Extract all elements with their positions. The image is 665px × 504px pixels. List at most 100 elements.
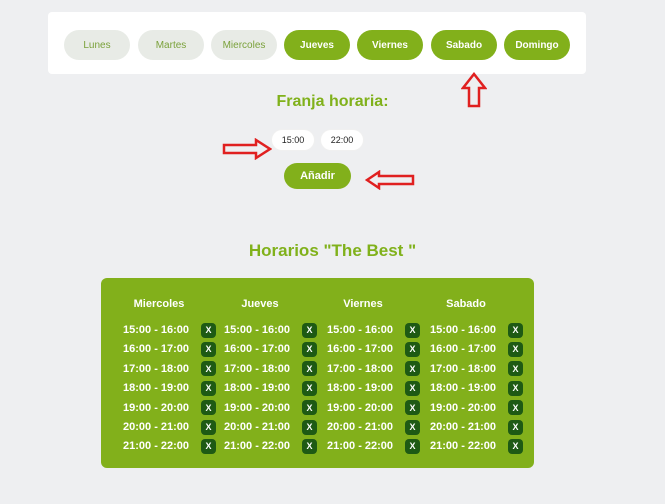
remove-slot-button[interactable]: X — [201, 380, 216, 396]
end-time-input[interactable]: 22:00 — [321, 130, 363, 150]
schedule-slot: 21:00 - 22:00 X — [123, 437, 216, 455]
schedule-slot: 15:00 - 16:00 X — [327, 321, 420, 339]
remove-slot-button[interactable]: X — [405, 438, 420, 454]
schedule-slot: 20:00 - 21:00 X — [224, 418, 317, 436]
schedule-slot: 17:00 - 18:00 X — [224, 360, 317, 378]
day-button-sabado[interactable]: Sabado — [431, 30, 497, 60]
day-selector-card: Lunes Martes Miercoles Jueves Viernes Sa… — [48, 12, 586, 74]
remove-slot-button[interactable]: X — [201, 341, 216, 357]
remove-slot-button[interactable]: X — [508, 341, 523, 357]
slot-time-text: 18:00 - 19:00 — [123, 382, 190, 395]
schedule-slot: 15:00 - 16:00 X — [224, 321, 317, 339]
schedule-slot: 17:00 - 18:00 X — [327, 360, 420, 378]
schedule-slot: 17:00 - 18:00 X — [430, 360, 523, 378]
remove-slot-button[interactable]: X — [405, 400, 420, 416]
schedule-slot: 21:00 - 22:00 X — [430, 437, 523, 455]
remove-slot-button[interactable]: X — [302, 438, 317, 454]
annotation-arrow-right-icon — [222, 138, 272, 160]
remove-slot-button[interactable]: X — [508, 380, 523, 396]
time-range-title: Franja horaria: — [276, 93, 389, 110]
slot-time-text: 18:00 - 19:00 — [327, 382, 394, 395]
slot-time-text: 16:00 - 17:00 — [327, 343, 394, 356]
slot-time-text: 19:00 - 20:00 — [430, 401, 497, 414]
remove-slot-button[interactable]: X — [201, 400, 216, 416]
schedule-slot: 18:00 - 19:00 X — [327, 379, 420, 397]
slot-time-text: 17:00 - 18:00 — [224, 362, 291, 375]
day-button-jueves[interactable]: Jueves — [284, 30, 350, 60]
slot-time-text: 15:00 - 16:00 — [430, 324, 497, 336]
remove-slot-button[interactable]: X — [201, 438, 216, 454]
slot-time-text: 20:00 - 21:00 — [224, 421, 291, 433]
slot-time-text: 16:00 - 17:00 — [224, 343, 291, 356]
schedule-slot: 16:00 - 17:00 X — [224, 340, 317, 358]
schedule-column-header: Jueves — [241, 298, 279, 310]
slot-time-text: 21:00 - 22:00 — [430, 440, 497, 453]
day-button-domingo[interactable]: Domingo — [504, 30, 570, 60]
slot-time-text: 17:00 - 18:00 — [327, 362, 394, 375]
slot-time-text: 15:00 - 16:00 — [224, 324, 291, 336]
schedule-slot: 17:00 - 18:00 X — [123, 360, 216, 378]
slot-time-text: 21:00 - 22:00 — [224, 440, 291, 453]
add-button[interactable]: Añadir — [284, 163, 351, 189]
schedule-title: Horarios "The Best " — [248, 241, 417, 260]
remove-slot-button[interactable]: X — [405, 322, 420, 338]
day-button-martes[interactable]: Martes — [138, 30, 204, 60]
slot-time-text: 21:00 - 22:00 — [123, 440, 190, 453]
remove-slot-button[interactable]: X — [302, 361, 317, 377]
schedule-slot: 15:00 - 16:00 X — [430, 321, 523, 339]
remove-slot-button[interactable]: X — [508, 400, 523, 416]
remove-slot-button[interactable]: X — [405, 341, 420, 357]
start-time-input[interactable]: 15:00 — [272, 130, 314, 150]
remove-slot-button[interactable]: X — [302, 322, 317, 338]
remove-slot-button[interactable]: X — [302, 341, 317, 357]
slot-time-text: 19:00 - 20:00 — [327, 401, 394, 414]
day-button-lunes[interactable]: Lunes — [64, 30, 130, 60]
remove-slot-button[interactable]: X — [508, 438, 523, 454]
slot-time-text: 20:00 - 21:00 — [430, 421, 497, 433]
schedule-slot: 18:00 - 19:00 X — [224, 379, 317, 397]
slot-time-text: 15:00 - 16:00 — [123, 324, 190, 336]
remove-slot-button[interactable]: X — [405, 419, 420, 435]
slot-time-text: 15:00 - 16:00 — [327, 324, 394, 336]
schedule-column-header: Sabado — [446, 298, 486, 310]
remove-slot-button[interactable]: X — [302, 380, 317, 396]
schedule-slot: 16:00 - 17:00 X — [123, 340, 216, 358]
annotation-arrow-left-icon — [365, 170, 415, 190]
schedule-column-header: Miercoles — [133, 298, 185, 310]
slot-time-text: 16:00 - 17:00 — [123, 343, 190, 356]
remove-slot-button[interactable]: X — [201, 419, 216, 435]
remove-slot-button[interactable]: X — [201, 322, 216, 338]
remove-slot-button[interactable]: X — [508, 419, 523, 435]
remove-slot-button[interactable]: X — [302, 400, 317, 416]
schedule-slot: 20:00 - 21:00 X — [123, 418, 216, 436]
schedule-slot: 15:00 - 16:00 X — [123, 321, 216, 339]
day-button-miercoles[interactable]: Miercoles — [211, 30, 277, 60]
schedule-slot: 19:00 - 20:00 X — [224, 399, 317, 417]
schedule-column-header: Viernes — [343, 298, 383, 310]
schedule-slot: 20:00 - 21:00 X — [430, 418, 523, 436]
remove-slot-button[interactable]: X — [405, 361, 420, 377]
schedule-slot: 21:00 - 22:00 X — [224, 437, 317, 455]
remove-slot-button[interactable]: X — [508, 322, 523, 338]
slot-time-text: 20:00 - 21:00 — [327, 421, 394, 433]
day-button-viernes[interactable]: Viernes — [357, 30, 423, 60]
slot-time-text: 19:00 - 20:00 — [123, 401, 190, 414]
slot-time-text: 17:00 - 18:00 — [430, 362, 497, 375]
slot-time-text: 18:00 - 19:00 — [224, 382, 291, 395]
slot-time-text: 19:00 - 20:00 — [224, 401, 291, 414]
schedule-slot: 19:00 - 20:00 X — [430, 399, 523, 417]
remove-slot-button[interactable]: X — [508, 361, 523, 377]
slot-time-text: 17:00 - 18:00 — [123, 362, 190, 375]
remove-slot-button[interactable]: X — [201, 361, 216, 377]
schedule-slot: 19:00 - 20:00 X — [327, 399, 420, 417]
slot-time-text: 21:00 - 22:00 — [327, 440, 394, 453]
schedule-slot: 16:00 - 17:00 X — [430, 340, 523, 358]
schedule-slot: 20:00 - 21:00 X — [327, 418, 420, 436]
schedule-slot: 18:00 - 19:00 X — [123, 379, 216, 397]
schedule-slot: 19:00 - 20:00 X — [123, 399, 216, 417]
remove-slot-button[interactable]: X — [405, 380, 420, 396]
remove-slot-button[interactable]: X — [302, 419, 317, 435]
schedule-table: Miercoles 15:00 - 16:00 X 16:00 - 17:00 X 17:… — [101, 278, 534, 468]
slot-time-text: 18:00 - 19:00 — [430, 382, 497, 395]
schedule-slot: 21:00 - 22:00 X — [327, 437, 420, 455]
